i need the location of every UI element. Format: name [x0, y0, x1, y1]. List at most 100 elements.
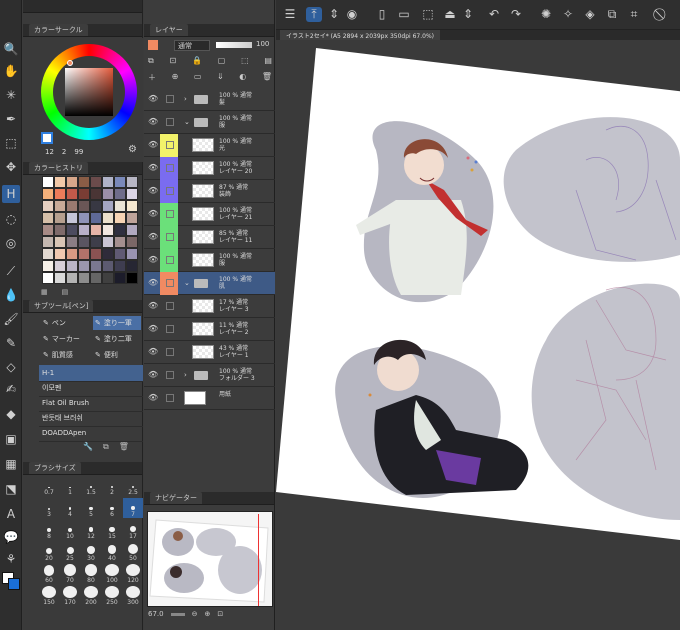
- brush-size-option[interactable]: 1.5: [81, 476, 101, 496]
- history-swatch[interactable]: [54, 260, 66, 272]
- subtool-group-button[interactable]: ✎ 塗り一軍: [93, 316, 141, 330]
- opacity-slider[interactable]: [216, 42, 252, 48]
- layer-row[interactable]: 👁 100 % 通常服: [144, 249, 275, 272]
- history-swatch[interactable]: [114, 272, 126, 284]
- brush-size-option[interactable]: 17: [123, 520, 143, 540]
- layer-lock-icon[interactable]: 🔒: [192, 56, 202, 66]
- history-swatch[interactable]: [66, 188, 78, 200]
- frame-icon[interactable]: ▦: [2, 455, 20, 473]
- brush-size-option[interactable]: 2: [102, 476, 122, 496]
- history-swatch[interactable]: [42, 176, 54, 188]
- history-swatch[interactable]: [102, 200, 114, 212]
- folder-chevron-icon[interactable]: ⌄: [184, 279, 190, 287]
- brush-size-option[interactable]: 20: [39, 542, 59, 562]
- history-swatch[interactable]: [54, 224, 66, 236]
- history-swatch[interactable]: [66, 212, 78, 224]
- eye-icon[interactable]: 👁: [148, 278, 158, 287]
- layer-select-icon[interactable]: ⬚: [241, 56, 249, 66]
- layer-lock-checkbox[interactable]: [166, 118, 174, 126]
- history-swatch[interactable]: [90, 212, 102, 224]
- gradient-icon[interactable]: ▣: [2, 430, 20, 448]
- layer-palette-icon[interactable]: ▤: [264, 56, 272, 66]
- history-swatch[interactable]: [78, 248, 90, 260]
- pencil-icon[interactable]: ✎: [2, 334, 20, 352]
- brush-size-option[interactable]: 60: [39, 564, 59, 584]
- brush-size-option[interactable]: 4: [60, 498, 80, 518]
- history-swatch[interactable]: [42, 260, 54, 272]
- sub-color-chip[interactable]: [8, 578, 20, 590]
- eraser-icon[interactable]: ◇: [2, 358, 20, 376]
- select-icon[interactable]: ⬚: [2, 134, 20, 152]
- no-select-icon[interactable]: ⃠: [654, 7, 670, 22]
- saturation-value-square[interactable]: [65, 68, 113, 116]
- layer-lock-checkbox[interactable]: [166, 164, 174, 172]
- eye-icon[interactable]: 👁: [148, 163, 158, 172]
- layer-clip-icon[interactable]: ⧉: [148, 56, 154, 66]
- eyedropper-icon[interactable]: ✒: [2, 110, 20, 128]
- eye-icon[interactable]: 👁: [148, 140, 158, 149]
- zoom-icon[interactable]: 🔍: [2, 40, 20, 58]
- layer-lock-checkbox[interactable]: [166, 394, 174, 402]
- folder-chevron-icon[interactable]: ⌄: [184, 118, 190, 126]
- eye-icon[interactable]: 👁: [148, 255, 158, 264]
- history-swatch[interactable]: [90, 236, 102, 248]
- history-swatch[interactable]: [126, 176, 138, 188]
- layer-lock-checkbox[interactable]: [166, 348, 174, 356]
- mask-add-icon[interactable]: ◐: [239, 72, 246, 83]
- brush-delete-icon[interactable]: 🗑: [119, 442, 129, 452]
- history-swatch[interactable]: [42, 212, 54, 224]
- history-swatch[interactable]: [90, 176, 102, 188]
- folder-chevron-icon[interactable]: ›: [184, 371, 187, 379]
- brush-size-option[interactable]: 150: [39, 586, 59, 606]
- transform-icon[interactable]: ⧉: [604, 7, 620, 22]
- layer-row[interactable]: 👁 11 % 通常 レイヤー 2: [144, 318, 275, 341]
- layer-row[interactable]: 👁 17 % 通常 レイヤー 3: [144, 295, 275, 318]
- undo-icon[interactable]: ↶: [486, 7, 502, 21]
- history-swatch[interactable]: [66, 260, 78, 272]
- layer-row[interactable]: 👁 100 % 通常 レイヤー 20: [144, 157, 275, 180]
- eye-icon[interactable]: 👁: [148, 117, 158, 126]
- brush-copy-icon[interactable]: ⧉: [103, 442, 109, 452]
- eraser-tool-icon[interactable]: ◈: [582, 7, 598, 21]
- modifier-icon[interactable]: ⤒: [306, 7, 322, 22]
- eye-icon[interactable]: 👁: [148, 209, 158, 218]
- sparkle-icon[interactable]: ✳: [2, 86, 20, 104]
- eye-icon[interactable]: 👁: [148, 94, 158, 103]
- palette-settings-icon[interactable]: ⚙: [128, 144, 137, 155]
- history-swatch[interactable]: [66, 200, 78, 212]
- arrows-icon[interactable]: ⇕: [460, 7, 476, 21]
- history-swatch[interactable]: [90, 248, 102, 260]
- brush-icon[interactable]: 🖌: [2, 310, 20, 328]
- layer-lock-checkbox[interactable]: [166, 279, 174, 287]
- history-swatch[interactable]: [114, 212, 126, 224]
- brush-size-option[interactable]: 7: [123, 498, 143, 518]
- loading-icon[interactable]: ✺: [538, 7, 554, 21]
- history-swatch[interactable]: [102, 248, 114, 260]
- blend-icon[interactable]: 💧: [2, 286, 20, 304]
- brush-size-option[interactable]: 1: [60, 476, 80, 496]
- history-swatch[interactable]: [90, 224, 102, 236]
- navigator-preview[interactable]: [147, 511, 273, 607]
- history-swatch[interactable]: [114, 260, 126, 272]
- history-swatch[interactable]: [126, 248, 138, 260]
- brush-size-option[interactable]: 170: [60, 586, 80, 606]
- layer-row[interactable]: 👁 用紙: [144, 387, 275, 410]
- history-swatch[interactable]: [114, 200, 126, 212]
- brush-settings-icon[interactable]: 🔧: [83, 442, 93, 452]
- brush-size-option[interactable]: 200: [81, 586, 101, 606]
- redo-icon[interactable]: ↷: [508, 7, 524, 21]
- history-swatch[interactable]: [114, 224, 126, 236]
- color-circle-tab[interactable]: カラーサークル: [29, 24, 88, 36]
- layer-lock-checkbox[interactable]: [166, 95, 174, 103]
- subtool-tab[interactable]: サブツール[ペン]: [29, 300, 94, 312]
- history-swatch[interactable]: [54, 248, 66, 260]
- brush-item[interactable]: DOADDApen: [39, 425, 143, 442]
- history-swatch[interactable]: [78, 212, 90, 224]
- open-file-icon[interactable]: ▭: [396, 7, 412, 21]
- correct-icon[interactable]: ⚘: [2, 550, 20, 568]
- history-swatch[interactable]: [126, 272, 138, 284]
- history-swatch[interactable]: [66, 224, 78, 236]
- layer-lock-checkbox[interactable]: [166, 256, 174, 264]
- print-icon[interactable]: ⏏: [442, 7, 458, 21]
- crop-icon[interactable]: ⌗: [626, 7, 642, 22]
